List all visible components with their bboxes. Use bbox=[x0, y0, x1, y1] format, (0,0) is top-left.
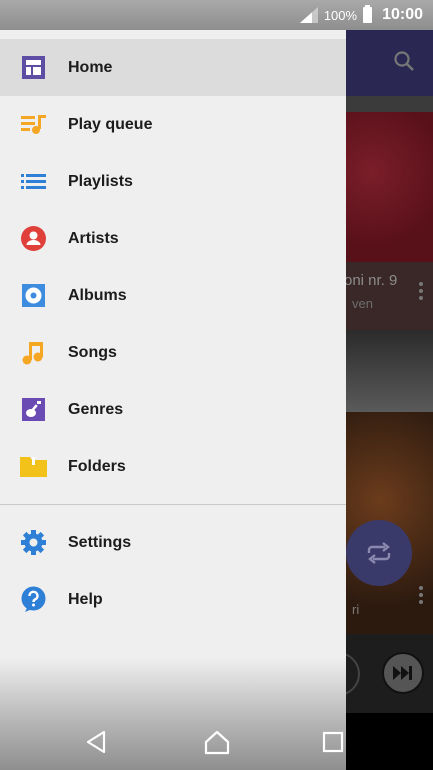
navigation-bar bbox=[0, 658, 433, 770]
track-title: oni nr. 9 bbox=[344, 272, 398, 289]
drawer-menu: Home Play queue Playlists Artists Albums bbox=[0, 39, 346, 628]
drawer-item-label: Genres bbox=[68, 400, 124, 418]
drawer-item-label: Albums bbox=[68, 286, 127, 304]
card-subtitle: ri bbox=[352, 602, 360, 617]
shuffle-fab bbox=[346, 520, 412, 586]
signal-icon bbox=[299, 7, 318, 23]
navbar-scrim bbox=[0, 658, 346, 770]
navbar-dark bbox=[346, 713, 433, 770]
drawer-item-help[interactable]: Help bbox=[0, 571, 346, 628]
drawer-item-artists[interactable]: Artists bbox=[0, 210, 346, 267]
play-queue-icon bbox=[20, 111, 47, 138]
folders-icon bbox=[20, 453, 47, 480]
drawer-item-label: Folders bbox=[68, 457, 126, 475]
drawer-item-label: Settings bbox=[68, 533, 132, 551]
overflow-menu-icon bbox=[419, 282, 423, 303]
songs-icon bbox=[20, 339, 47, 366]
drawer-item-settings[interactable]: Settings bbox=[0, 514, 346, 571]
artists-icon bbox=[20, 225, 47, 252]
drawer-item-label: Play queue bbox=[68, 115, 153, 133]
clock: 10:00 bbox=[382, 6, 423, 23]
drawer-item-albums[interactable]: Albums bbox=[0, 267, 346, 324]
album-art bbox=[346, 112, 433, 262]
gear-icon bbox=[20, 529, 47, 556]
playlists-icon bbox=[20, 168, 47, 195]
genres-icon bbox=[20, 396, 47, 423]
drawer-item-genres[interactable]: Genres bbox=[0, 381, 346, 438]
drawer-item-label: Help bbox=[68, 590, 103, 608]
recents-icon[interactable] bbox=[320, 729, 346, 755]
drawer-divider bbox=[0, 504, 346, 505]
skip-next-icon bbox=[382, 652, 424, 694]
help-icon bbox=[20, 586, 47, 613]
drawer-item-label: Artists bbox=[68, 229, 119, 247]
drawer-item-play-queue[interactable]: Play queue bbox=[0, 96, 346, 153]
battery-icon bbox=[363, 5, 373, 23]
back-icon[interactable] bbox=[84, 729, 110, 755]
drawer-item-home[interactable]: Home bbox=[0, 39, 346, 96]
drawer-item-folders[interactable]: Folders bbox=[0, 438, 346, 495]
drawer-item-label: Songs bbox=[68, 343, 117, 361]
track-artist: ven bbox=[352, 296, 373, 311]
status-bar: 100% 10:00 bbox=[0, 0, 433, 30]
overflow-menu-icon bbox=[419, 586, 423, 607]
album-card: oni nr. 9 ven bbox=[344, 96, 433, 330]
drawer-item-songs[interactable]: Songs bbox=[0, 324, 346, 381]
drawer-item-label: Playlists bbox=[68, 172, 133, 190]
home-nav-icon[interactable] bbox=[204, 729, 230, 755]
card-gap bbox=[346, 330, 433, 412]
repeat-icon bbox=[367, 542, 391, 564]
battery-percent: 100% bbox=[323, 7, 358, 23]
drawer-item-playlists[interactable]: Playlists bbox=[0, 153, 346, 210]
albums-icon bbox=[20, 282, 47, 309]
drawer-item-label: Home bbox=[68, 58, 113, 76]
mini-player bbox=[316, 634, 433, 713]
background-app: oni nr. 9 ven ri bbox=[316, 30, 433, 713]
home-icon bbox=[20, 54, 47, 81]
search-icon bbox=[393, 50, 415, 77]
app-toolbar bbox=[346, 30, 433, 96]
